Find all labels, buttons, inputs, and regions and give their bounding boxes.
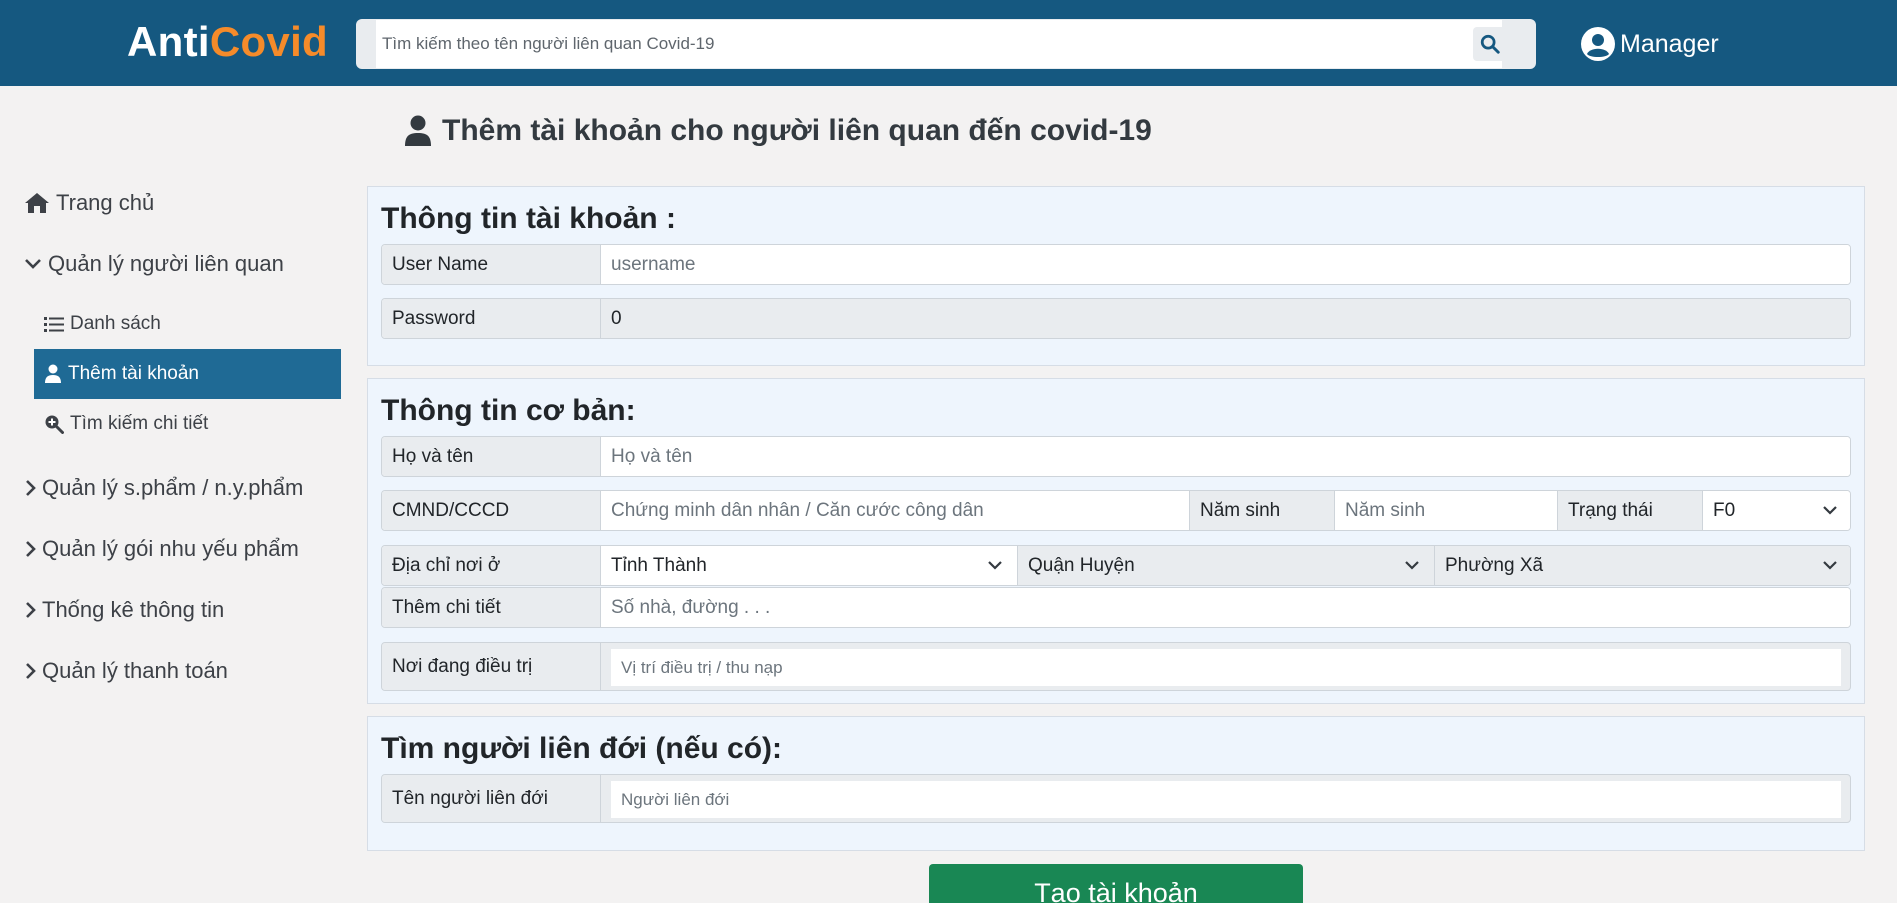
brand-logo-part1: Anti xyxy=(127,18,210,65)
status-label: Trạng thái xyxy=(1557,491,1703,530)
fullname-label: Họ và tên xyxy=(382,437,601,476)
brand-logo-part2: Covid xyxy=(209,18,329,65)
chevron-right-icon xyxy=(24,601,36,619)
sidebar-item-label: Quản lý gói nhu yếu phẩm xyxy=(42,536,299,561)
sidebar-subitem-label: Thêm tài khoản xyxy=(68,363,199,384)
chevron-right-icon xyxy=(24,662,36,680)
list-icon xyxy=(44,315,64,333)
sidebar-item-payments[interactable]: Quản lý thanh toán xyxy=(24,651,228,691)
username-label: User Name xyxy=(382,245,601,284)
sidebar-item-manage-packages[interactable]: Quản lý gói nhu yếu phẩm xyxy=(24,529,299,569)
page-title-text: Thêm tài khoản cho người liên quan đến c… xyxy=(442,114,1152,147)
brand-logo[interactable]: AntiCovid xyxy=(127,18,328,66)
sidebar-item-statistics[interactable]: Thống kê thông tin xyxy=(24,590,224,630)
username-row: User Name xyxy=(381,244,1851,285)
chevron-right-icon xyxy=(24,479,36,497)
id-label: CMND/CCCD xyxy=(382,491,601,530)
home-icon xyxy=(24,192,50,214)
user-icon xyxy=(404,115,432,147)
sidebar-subitem-detail-search[interactable]: Tìm kiếm chi tiết xyxy=(34,399,341,449)
province-select[interactable]: Tỉnh Thành xyxy=(601,546,1018,585)
password-label: Password xyxy=(382,299,601,338)
sidebar-item-manage-products[interactable]: Quản lý s.phẩm / n.y.phẩm xyxy=(24,468,303,508)
account-info-panel: Thông tin tài khoản : User Name Password xyxy=(367,186,1865,366)
page-title: Thêm tài khoản cho người liên quan đến c… xyxy=(404,111,1152,151)
address-row: Địa chỉ nơi ở Tỉnh Thành Quận Huyện Phườ… xyxy=(381,545,1851,586)
treatment-label: Nơi đang điều trị xyxy=(382,643,601,690)
user-name: Manager xyxy=(1620,30,1719,58)
status-select[interactable]: F0 xyxy=(1703,491,1850,530)
ward-select-value: Phường Xã xyxy=(1445,554,1544,576)
fullname-row: Họ và tên xyxy=(381,436,1851,477)
address-label: Địa chỉ nơi ở xyxy=(382,546,601,585)
basic-info-title: Thông tin cơ bản: xyxy=(381,394,636,427)
top-navbar: AntiCovid Manager xyxy=(0,0,1897,86)
password-field xyxy=(601,299,1850,338)
fullname-input[interactable] xyxy=(601,437,1850,476)
birth-year-label: Năm sinh xyxy=(1189,491,1335,530)
create-account-button[interactable]: Tạo tài khoản xyxy=(929,864,1303,903)
status-select-value: F0 xyxy=(1713,499,1736,521)
sidebar-item-label: Quản lý thanh toán xyxy=(42,658,228,683)
sidebar-item-manage-related[interactable]: Quản lý người liên quan xyxy=(24,244,284,284)
search-button[interactable] xyxy=(1473,27,1507,61)
search-icon xyxy=(1479,33,1501,55)
chevron-down-icon xyxy=(1822,504,1838,516)
sidebar-item-home[interactable]: Trang chủ xyxy=(24,183,154,223)
ward-select[interactable]: Phường Xã xyxy=(1435,546,1850,585)
address-detail-row: Thêm chi tiết xyxy=(381,587,1851,628)
related-person-panel: Tìm người liên đới (nếu có): Tên người l… xyxy=(367,716,1865,851)
sidebar-item-label: Thống kê thông tin xyxy=(42,597,225,622)
id-number-input[interactable] xyxy=(601,491,1189,530)
related-person-input[interactable] xyxy=(611,781,1841,818)
search-plus-icon xyxy=(44,414,64,434)
account-info-title: Thông tin tài khoản : xyxy=(381,202,676,235)
chevron-down-icon xyxy=(1404,559,1420,571)
birth-year-input[interactable] xyxy=(1335,491,1557,530)
chevron-down-icon xyxy=(987,559,1003,571)
sidebar-item-label: Quản lý người liên quan xyxy=(48,251,284,276)
chevron-down-icon xyxy=(24,257,42,271)
sidebar-item-label: Trang chủ xyxy=(56,190,155,215)
search-bar xyxy=(356,19,1536,69)
user-menu[interactable]: Manager xyxy=(1580,26,1719,62)
district-select-value: Quận Huyện xyxy=(1028,554,1135,576)
basic-info-panel: Thông tin cơ bản: Họ và tên CMND/CCCD Nă… xyxy=(367,378,1865,704)
chevron-down-icon xyxy=(1822,559,1838,571)
treatment-row: Nơi đang điều trị xyxy=(381,642,1851,691)
related-person-row: Tên người liên đới xyxy=(381,774,1851,823)
province-select-value: Tỉnh Thành xyxy=(611,554,707,576)
district-select[interactable]: Quận Huyện xyxy=(1018,546,1435,585)
identity-row: CMND/CCCD Năm sinh Trạng thái F0 xyxy=(381,490,1851,531)
sidebar-subitem-list[interactable]: Danh sách xyxy=(34,299,341,349)
address-detail-label: Thêm chi tiết xyxy=(382,588,601,627)
sidebar-subitem-add-account[interactable]: Thêm tài khoản xyxy=(34,349,341,399)
user-icon xyxy=(44,364,62,384)
chevron-right-icon xyxy=(24,540,36,558)
related-person-title: Tìm người liên đới (nếu có): xyxy=(381,732,783,765)
username-input[interactable] xyxy=(601,245,1850,284)
related-person-label: Tên người liên đới xyxy=(382,775,601,822)
password-row: Password xyxy=(381,298,1851,339)
user-circle-icon xyxy=(1580,26,1616,62)
sidebar-subitem-label: Danh sách xyxy=(70,313,161,334)
treatment-place-input[interactable] xyxy=(611,649,1841,686)
sidebar-subitem-label: Tìm kiếm chi tiết xyxy=(70,413,209,434)
sidebar-item-label: Quản lý s.phẩm / n.y.phẩm xyxy=(42,475,304,500)
address-detail-input[interactable] xyxy=(601,588,1850,627)
search-input[interactable] xyxy=(376,20,1502,68)
